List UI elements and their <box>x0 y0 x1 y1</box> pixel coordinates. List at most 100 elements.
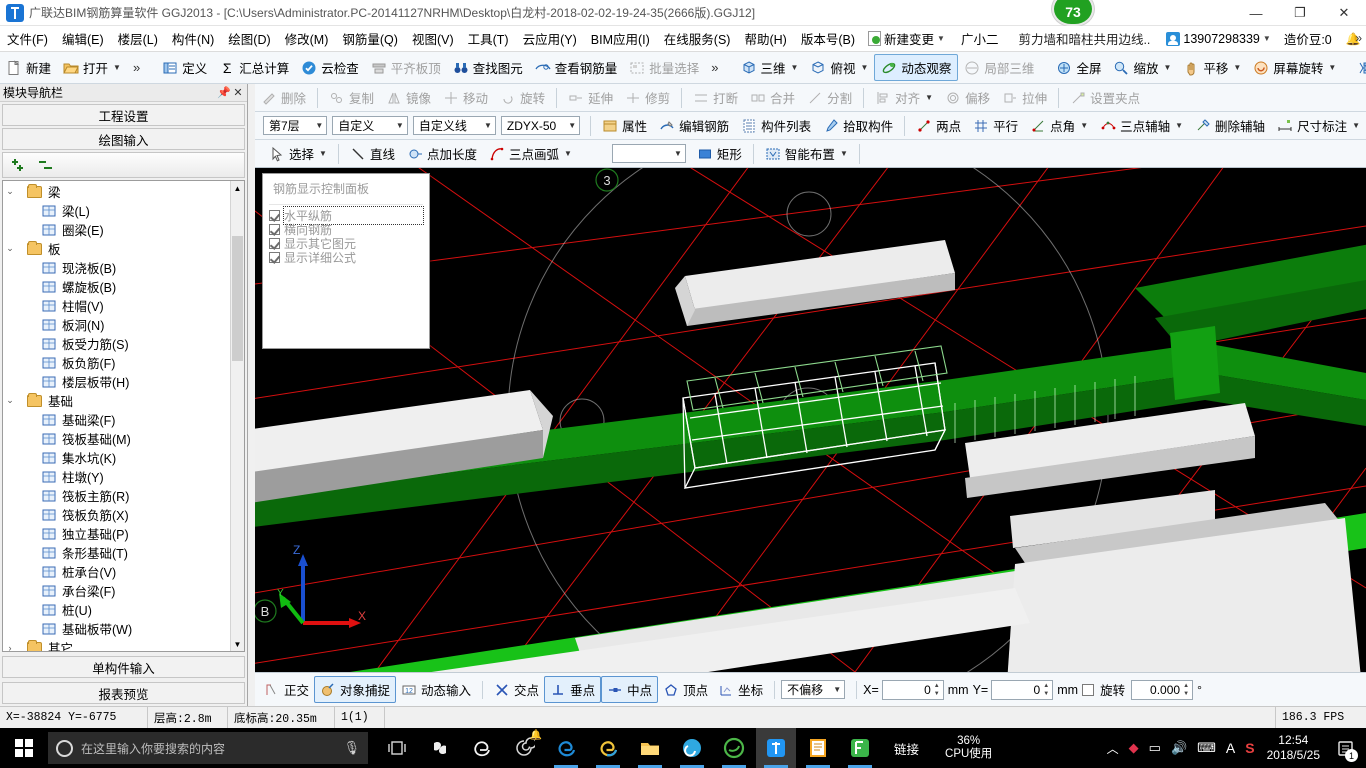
define-button[interactable]: 定义 <box>156 55 213 80</box>
checkbox-transverse-rebar[interactable] <box>269 223 280 235</box>
keyboard-icon[interactable]: ⌨ <box>1197 740 1216 756</box>
user-name[interactable]: 广小二 <box>951 27 1009 50</box>
notepad-icon[interactable] <box>798 728 838 768</box>
edit-rebar-button[interactable]: 编辑钢筋 <box>653 113 735 138</box>
y-stepper[interactable]: ▲ ▼ <box>1041 682 1051 698</box>
tree-item[interactable]: 板洞(N) <box>3 315 230 334</box>
properties-button[interactable]: 属性 <box>596 113 653 138</box>
x-stepper[interactable]: ▲ ▼ <box>932 682 942 698</box>
coins-label[interactable]: 造价豆:0 <box>1277 26 1339 51</box>
parallel-axis-button[interactable]: 平行 <box>967 113 1024 138</box>
chevron-up-icon[interactable]: ︿ <box>1107 740 1119 757</box>
split-button[interactable]: 分割 <box>801 85 858 110</box>
menu-rebar-quantity[interactable]: 钢筋量(Q) <box>335 26 405 51</box>
menu-online-service[interactable]: 在线服务(S) <box>657 26 738 51</box>
rotate-checkbox[interactable] <box>1082 683 1095 696</box>
tree-item[interactable]: 集水坑(K) <box>3 448 230 467</box>
tree-item[interactable]: 现浇板(B) <box>3 258 230 277</box>
tree-item[interactable]: 板受力筋(S) <box>3 334 230 353</box>
stretch-button[interactable]: 拉伸 <box>996 85 1053 110</box>
rectangle-tool-button[interactable]: 矩形 <box>691 141 748 166</box>
tree-folder[interactable]: ⌄ 梁 <box>3 182 230 201</box>
checkbox-show-detail-formula[interactable] <box>269 251 280 263</box>
copy-button[interactable]: 复制 <box>323 85 380 110</box>
tree-item[interactable]: 筏板基础(M) <box>3 429 230 448</box>
3d-viewport[interactable]: 3 B Z X Y 钢筋显示控制面板 水平纵筋 横向钢筋 显示其它图元 显示详细… <box>255 168 1366 672</box>
mirror-button[interactable]: 镜像 <box>380 85 437 110</box>
menu-bim-app[interactable]: BIM应用(I) <box>584 26 657 51</box>
tree-item[interactable]: 圈梁(E) <box>3 220 230 239</box>
close-button[interactable]: ✕ <box>1322 0 1366 26</box>
zoom-button[interactable]: 缩放 ▼ <box>1107 55 1177 80</box>
menu-view[interactable]: 视图(V) <box>405 26 461 51</box>
toolbar-overflow-left[interactable]: » <box>127 60 146 75</box>
trim-button[interactable]: 修剪 <box>619 85 676 110</box>
x-input[interactable]: 0 ▲ ▼ <box>881 679 944 700</box>
spiral-icon[interactable]: 🔔 <box>504 728 544 768</box>
dynamic-input-toggle[interactable]: 12 动态输入 <box>396 677 476 702</box>
scroll-thumb[interactable] <box>232 236 243 361</box>
toolbar-overflow-mid[interactable]: » <box>705 60 724 75</box>
tree-item[interactable]: 梁(L) <box>3 201 230 220</box>
expand-all-icon[interactable] <box>11 157 29 173</box>
scroll-up-arrow[interactable]: ▲ <box>231 181 244 195</box>
version-badge[interactable]: 73 <box>1052 0 1094 26</box>
menu-cloud-app[interactable]: 云应用(Y) <box>516 26 584 51</box>
align-slab-top-button[interactable]: 平齐板顶 <box>365 55 447 80</box>
notice-ticker[interactable]: 剪力墙和暗柱共用边线.. <box>1008 27 1160 50</box>
greenbrowser-icon[interactable] <box>714 728 754 768</box>
chevron-right-icon[interactable]: › <box>3 643 17 652</box>
start-button[interactable] <box>0 728 48 768</box>
tree-item[interactable]: 承台梁(F) <box>3 581 230 600</box>
task-view-button[interactable] <box>378 728 418 768</box>
tree-item[interactable]: 螺旋板(B) <box>3 277 230 296</box>
batch-select-button[interactable]: 批量选择 <box>623 55 705 80</box>
ie2-icon[interactable] <box>588 728 628 768</box>
tree-folder[interactable]: ⌄ 基础 <box>3 391 230 410</box>
sogou-s-icon[interactable]: S <box>1245 740 1254 756</box>
taskbar-clock[interactable]: 12:54 2018/5/25 <box>1267 733 1320 763</box>
dynamic-orbit-button[interactable]: 动态观察 <box>874 54 959 81</box>
screen-rotate-button[interactable]: 屏幕旋转 ▼ <box>1247 55 1342 80</box>
tree-item[interactable]: 桩承台(V) <box>3 562 230 581</box>
glodon-icon[interactable] <box>756 728 796 768</box>
pick-component-button[interactable]: 拾取构件 <box>817 113 899 138</box>
new-change-button[interactable]: 新建变更 ▼ <box>862 27 951 50</box>
three-d-button[interactable]: 三维 ▼ <box>735 55 805 80</box>
component-subtype-select[interactable]: 自定义线 ▼ <box>412 116 496 135</box>
menu-tools[interactable]: 工具(T) <box>461 26 516 51</box>
object-snap-toggle[interactable]: 对象捕捉 <box>314 676 397 703</box>
view-rebar-button[interactable]: 查看钢筋量 <box>529 55 624 80</box>
chevron-down-icon[interactable]: ⌄ <box>3 243 17 254</box>
tree-item[interactable]: 楼层板带(H) <box>3 372 230 391</box>
ime-A-icon[interactable]: A <box>1226 740 1235 756</box>
break-button[interactable]: 打断 <box>687 85 744 110</box>
menu-floor[interactable]: 楼层(L) <box>111 26 165 51</box>
checkbox-horizontal-longitudinal[interactable] <box>269 209 280 221</box>
sogou-icon[interactable] <box>420 728 460 768</box>
chevron-down-icon[interactable]: ⌄ <box>3 186 17 197</box>
snap-perpendicular-toggle[interactable]: 垂点 <box>544 676 602 703</box>
snap-coordinate-toggle[interactable]: 坐标 <box>713 677 768 702</box>
single-component-input-button[interactable]: 单构件输入 <box>2 656 245 678</box>
volume-icon[interactable]: 🔊 <box>1171 740 1187 756</box>
tree-item[interactable]: 基础板带(W) <box>3 619 230 638</box>
rotate-input[interactable]: 0.000 ▲ ▼ <box>1131 679 1194 700</box>
point-angle-axis-button[interactable]: 点角 ▼ <box>1024 113 1094 138</box>
tree-item[interactable]: 独立基础(P) <box>3 524 230 543</box>
cloud-check-button[interactable]: 云检查 <box>295 55 365 80</box>
rebar-display-control-panel[interactable]: 钢筋显示控制面板 水平纵筋 横向钢筋 显示其它图元 显示详细公式 <box>262 173 430 349</box>
point-length-button[interactable]: 点加长度 <box>401 141 483 166</box>
fullscreen-button[interactable]: 全屏 <box>1050 55 1107 80</box>
component-tree-list[interactable]: ⌄ 梁梁(L) 圈梁(E) ⌄ 板现浇板(B) 螺旋板(B) 柱帽(V) 板洞(N) 板受力筋(… <box>3 181 230 651</box>
open-file-button[interactable]: 打开 ▼ <box>57 55 127 80</box>
tree-item[interactable]: 桩(U) <box>3 600 230 619</box>
partial-3d-button[interactable]: 局部三维 <box>958 55 1040 80</box>
snap-midpoint-toggle[interactable]: 中点 <box>601 676 659 703</box>
notification-center-button[interactable]: 1 <box>1330 728 1360 768</box>
close-icon[interactable]: ✕ <box>231 86 245 99</box>
select-tool-button[interactable]: 选择 ▼ <box>263 141 333 166</box>
edge-legacy-icon[interactable] <box>462 728 502 768</box>
move-button[interactable]: 移动 <box>437 85 494 110</box>
tab-project-settings[interactable]: 工程设置 <box>2 104 245 126</box>
